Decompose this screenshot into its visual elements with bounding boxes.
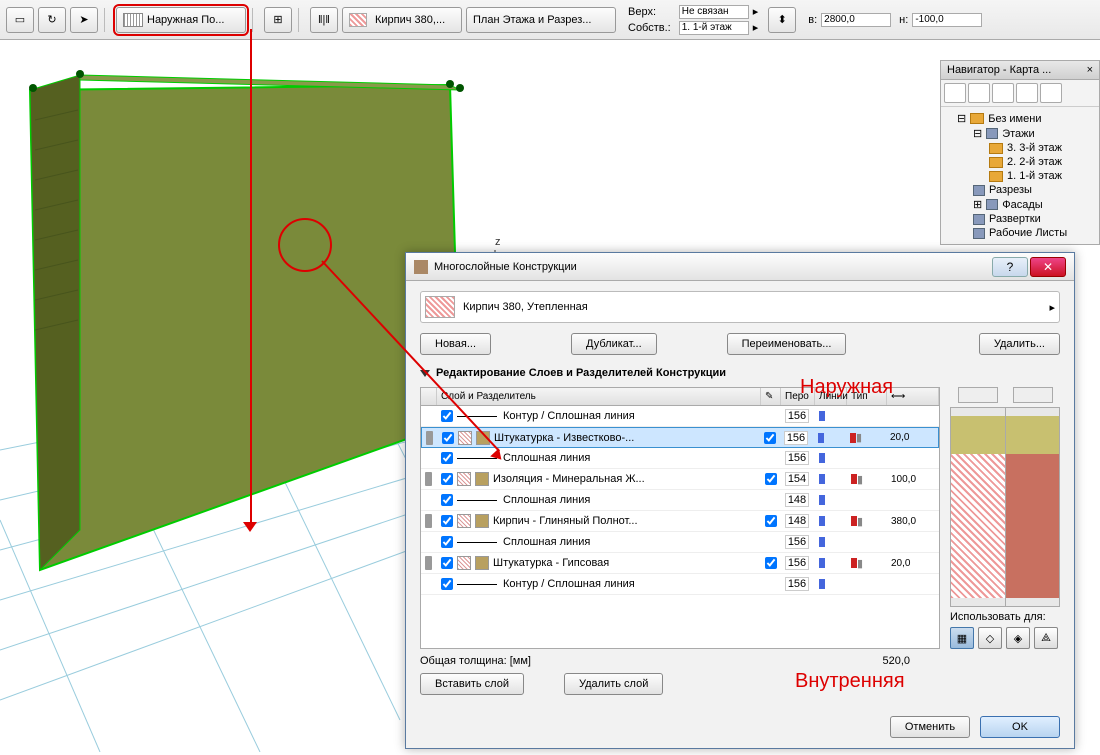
total-thickness-value: 520,0 [882,655,910,667]
outer-surface-button[interactable]: Наружная По... [116,7,246,33]
layer-row[interactable]: Штукатурка - Известково-...156 ▮20,0 [421,427,939,448]
brick-380-button[interactable]: Кирпич 380,... [342,7,462,33]
nav-tab-4[interactable] [1016,83,1038,103]
top-link-input[interactable] [679,5,749,19]
navigator-panel: Навигатор - Карта ...× ⊟Без имени ⊟Этажи… [940,60,1100,245]
svg-text:z: z [495,236,501,248]
width-input[interactable] [821,13,891,27]
tree-facades[interactable]: ⊞Фасады [945,197,1095,212]
rename-button[interactable]: Переименовать... [727,333,847,355]
triangle-icon[interactable] [420,370,430,377]
nav-tab-5[interactable] [1040,83,1062,103]
layer-row[interactable]: Сплошная линия156 [421,532,939,553]
composite-icon[interactable]: ⊞ [264,7,292,33]
nav-tab-2[interactable] [968,83,990,103]
use-wall-icon[interactable]: ▦ [950,627,974,649]
dialog-titlebar[interactable]: Многослойные Конструкции ? ✕ [406,253,1074,281]
nav-tab-3[interactable] [992,83,1014,103]
tree-unfolds[interactable]: Развертки [945,212,1095,226]
close-button[interactable]: ✕ [1030,257,1066,277]
new-button[interactable]: Новая... [420,333,491,355]
tree-floor-2[interactable]: 2. 2-й этаж [945,155,1095,169]
duplicate-button[interactable]: Дубликат... [571,333,657,355]
use-slab-icon[interactable]: ◇ [978,627,1002,649]
composite-preview: Использовать для: ▦ ◇ ◈ ⟁ [950,387,1060,649]
tree-worksheets[interactable]: Рабочие Листы [945,226,1095,240]
composite-name-field[interactable]: Кирпич 380, Утепленная ▸ [420,291,1060,323]
nav-tab-1[interactable] [944,83,966,103]
cancel-button[interactable]: Отменить [890,716,970,738]
layer-row[interactable]: Кирпич - Глиняный Полнот...148 ▮380,0 [421,511,939,532]
align-icon[interactable]: ‖|‖ [310,7,338,33]
delete-button[interactable]: Удалить... [979,333,1060,355]
close-icon[interactable]: × [1087,64,1093,76]
own-link-input[interactable] [679,21,749,35]
tool-select-icon[interactable]: ▭ [6,7,34,33]
wh-panel: в: н: [808,13,982,27]
navigator-title: Навигатор - Карта ...× [941,61,1099,80]
dimension-panel: Верх: ▸ Собств.: ▸ [628,5,758,35]
layer-row[interactable]: Изоляция - Минеральная Ж...154 ▮100,0 [421,469,939,490]
tree-floor-3[interactable]: 3. 3-й этаж [945,141,1095,155]
composite-dialog: Многослойные Конструкции ? ✕ Кирпич 380,… [405,252,1075,749]
use-roof-icon[interactable]: ◈ [1006,627,1030,649]
layer-row[interactable]: Контур / Сплошная линия156 [421,406,939,427]
height-input[interactable] [912,13,982,27]
ok-button[interactable]: OK [980,716,1060,738]
tool-refresh-icon[interactable]: ↻ [38,7,66,33]
layer-row[interactable]: Контур / Сплошная линия156 [421,574,939,595]
layer-row[interactable]: Сплошная линия148 [421,490,939,511]
navigator-tree[interactable]: ⊟Без имени ⊟Этажи 3. 3-й этаж 2. 2-й эта… [941,107,1099,244]
tool-arrow-icon[interactable]: ➤ [70,7,98,33]
use-shell-icon[interactable]: ⟁ [1034,627,1058,649]
height-icon[interactable]: ⬍ [768,7,796,33]
layer-row[interactable]: Штукатурка - Гипсовая156 ▮20,0 [421,553,939,574]
tree-sections[interactable]: Разрезы [945,183,1095,197]
top-toolbar: ▭ ↻ ➤ Наружная По... ⊞ ‖|‖ Кирпич 380,..… [0,0,1100,40]
tree-floor-1[interactable]: 1. 1-й этаж [945,169,1095,183]
help-icon[interactable]: ? [992,257,1028,277]
total-thickness-label: Общая толщина: [мм] [420,655,531,667]
floor-plan-button[interactable]: План Этажа и Разрез... [466,7,616,33]
layers-table: Слой и Разделитель ✎ Перо Линии Тип ⟷ Ко… [420,387,940,649]
insert-layer-button[interactable]: Вставить слой [420,673,524,695]
remove-layer-button[interactable]: Удалить слой [564,673,663,695]
composite-hatch-icon [425,296,455,318]
